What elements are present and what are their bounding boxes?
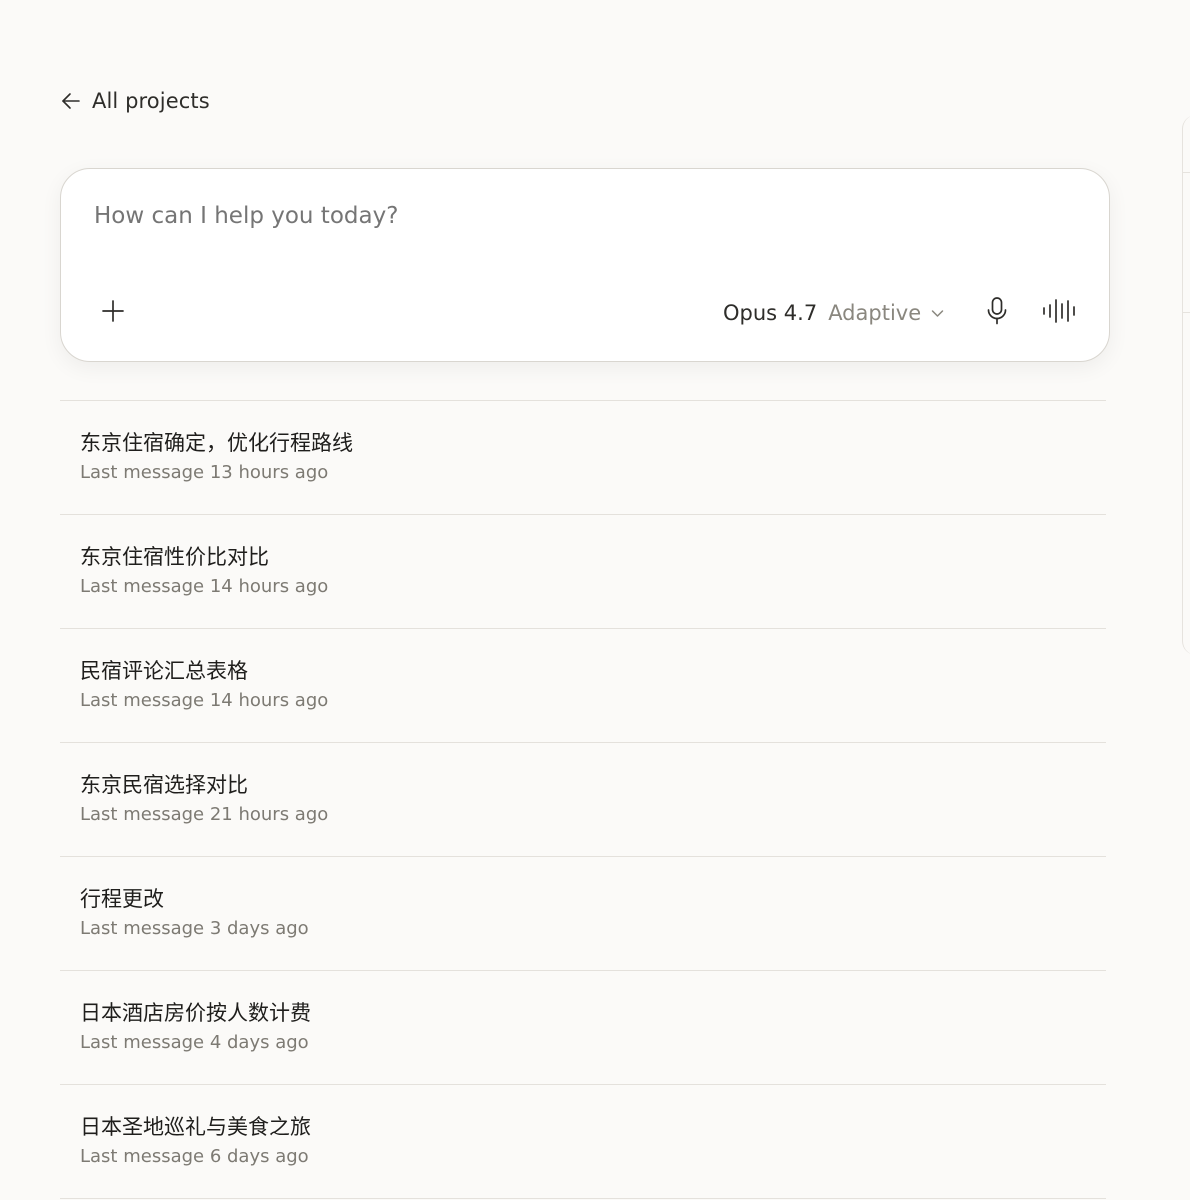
voice-waveform-icon <box>1042 298 1078 328</box>
chat-last-message: Last message 14 hours ago <box>80 576 329 597</box>
chat-title: 东京民宿选择对比 <box>80 773 248 797</box>
add-attachment-button[interactable] <box>97 297 129 329</box>
chat-last-message: Last message 13 hours ago <box>80 462 329 483</box>
chat-title: 日本酒店房价按人数计费 <box>80 1001 311 1025</box>
chat-last-message: Last message 6 days ago <box>80 1146 309 1167</box>
microphone-icon <box>986 296 1008 330</box>
voice-mode-button[interactable] <box>1041 296 1079 330</box>
all-projects-link[interactable]: All projects <box>60 84 210 118</box>
chat-last-message: Last message 3 days ago <box>80 918 309 939</box>
chat-title: 行程更改 <box>80 887 164 911</box>
model-selector[interactable]: Opus 4.7 Adaptive <box>723 297 944 329</box>
chat-list-item[interactable]: 行程更改 Last message 3 days ago <box>60 857 1106 971</box>
model-mode: Adaptive <box>828 301 922 325</box>
chat-list-item[interactable]: 民宿评论汇总表格 Last message 14 hours ago <box>60 629 1106 743</box>
chevron-down-icon <box>931 309 944 318</box>
chat-title: 东京住宿确定，优化行程路线 <box>80 431 353 455</box>
chat-title: 东京住宿性价比对比 <box>80 545 269 569</box>
side-panel-divider <box>1183 312 1190 313</box>
chat-list-item[interactable]: 东京民宿选择对比 Last message 21 hours ago <box>60 743 1106 857</box>
chat-list-item[interactable]: 日本圣地巡礼与美食之旅 Last message 6 days ago <box>60 1085 1106 1199</box>
chat-list-item[interactable]: 日本酒店房价按人数计费 Last message 4 days ago <box>60 971 1106 1085</box>
model-name: Opus 4.7 <box>723 301 818 325</box>
all-projects-label: All projects <box>92 89 210 113</box>
chat-last-message: Last message 4 days ago <box>80 1032 309 1053</box>
chat-title: 民宿评论汇总表格 <box>80 659 248 683</box>
chat-list-item[interactable]: 东京住宿性价比对比 Last message 14 hours ago <box>60 515 1106 629</box>
message-input[interactable] <box>94 203 1054 229</box>
side-panel-divider <box>1183 172 1190 173</box>
plus-icon <box>101 299 125 327</box>
chat-list-item[interactable]: 东京住宿确定，优化行程路线 Last message 13 hours ago <box>60 401 1106 515</box>
arrow-left-icon <box>60 90 82 112</box>
chat-title: 日本圣地巡礼与美食之旅 <box>80 1115 311 1139</box>
chat-composer: Opus 4.7 Adaptive <box>60 168 1110 362</box>
dictation-button[interactable] <box>982 296 1012 330</box>
chat-last-message: Last message 14 hours ago <box>80 690 329 711</box>
side-panel-edge <box>1182 115 1190 655</box>
chat-last-message: Last message 21 hours ago <box>80 804 329 825</box>
chat-list: 东京住宿确定，优化行程路线 Last message 13 hours ago … <box>60 400 1106 1199</box>
